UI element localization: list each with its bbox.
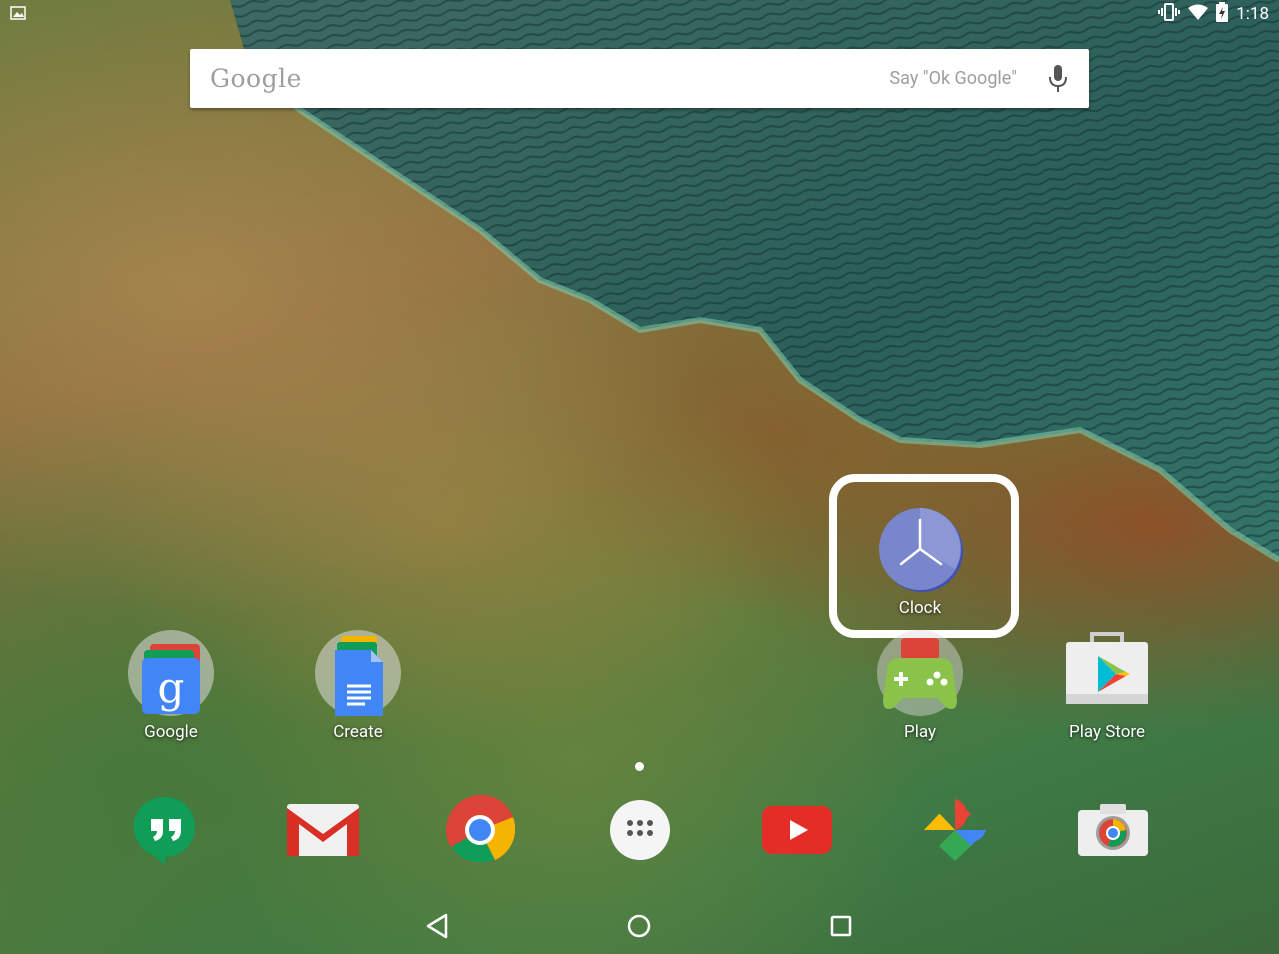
photos-icon[interactable] — [915, 790, 995, 870]
app-drawer-icon[interactable] — [600, 790, 680, 870]
app-label: Play Store — [1068, 722, 1146, 742]
clock-time: 1:18 — [1236, 4, 1269, 24]
search-hint: Say "Ok Google" — [889, 68, 1017, 89]
google-search-bar[interactable]: Google Say "Ok Google" — [190, 49, 1089, 108]
hangouts-icon[interactable] — [125, 790, 205, 870]
mic-icon[interactable] — [1047, 64, 1069, 94]
app-label: Google — [144, 722, 198, 742]
page-indicator-dot — [635, 762, 644, 771]
app-label: Play — [903, 722, 937, 742]
app-google-folder[interactable]: g Google — [116, 630, 226, 742]
navigation-bar — [0, 897, 1279, 954]
play-store-icon — [1064, 630, 1150, 716]
recents-icon[interactable] — [826, 911, 856, 941]
app-create-folder[interactable]: Create — [303, 630, 413, 742]
app-play-folder[interactable]: Play — [865, 630, 975, 742]
home-icon[interactable] — [624, 911, 654, 941]
youtube-icon[interactable] — [757, 790, 837, 870]
battery-charging-icon — [1216, 1, 1229, 27]
chrome-icon[interactable] — [440, 790, 520, 870]
gmail-icon[interactable] — [283, 790, 363, 870]
status-bar: 1:18 — [0, 0, 1279, 28]
clock-highlight-outline — [829, 474, 1019, 638]
camera-icon[interactable] — [1073, 790, 1153, 870]
app-label: Create — [333, 722, 383, 742]
dock — [0, 790, 1279, 870]
create-folder-icon — [315, 630, 401, 716]
app-play-store[interactable]: Play Store — [1052, 630, 1162, 742]
back-icon[interactable] — [422, 911, 452, 941]
svg-text:g: g — [158, 663, 185, 712]
google-logo: Google — [210, 64, 302, 93]
play-folder-icon — [877, 630, 963, 716]
google-folder-icon: g — [128, 630, 214, 716]
wifi-icon — [1188, 4, 1209, 25]
vibrate-icon — [1158, 2, 1181, 26]
image-notification-icon — [10, 5, 26, 24]
